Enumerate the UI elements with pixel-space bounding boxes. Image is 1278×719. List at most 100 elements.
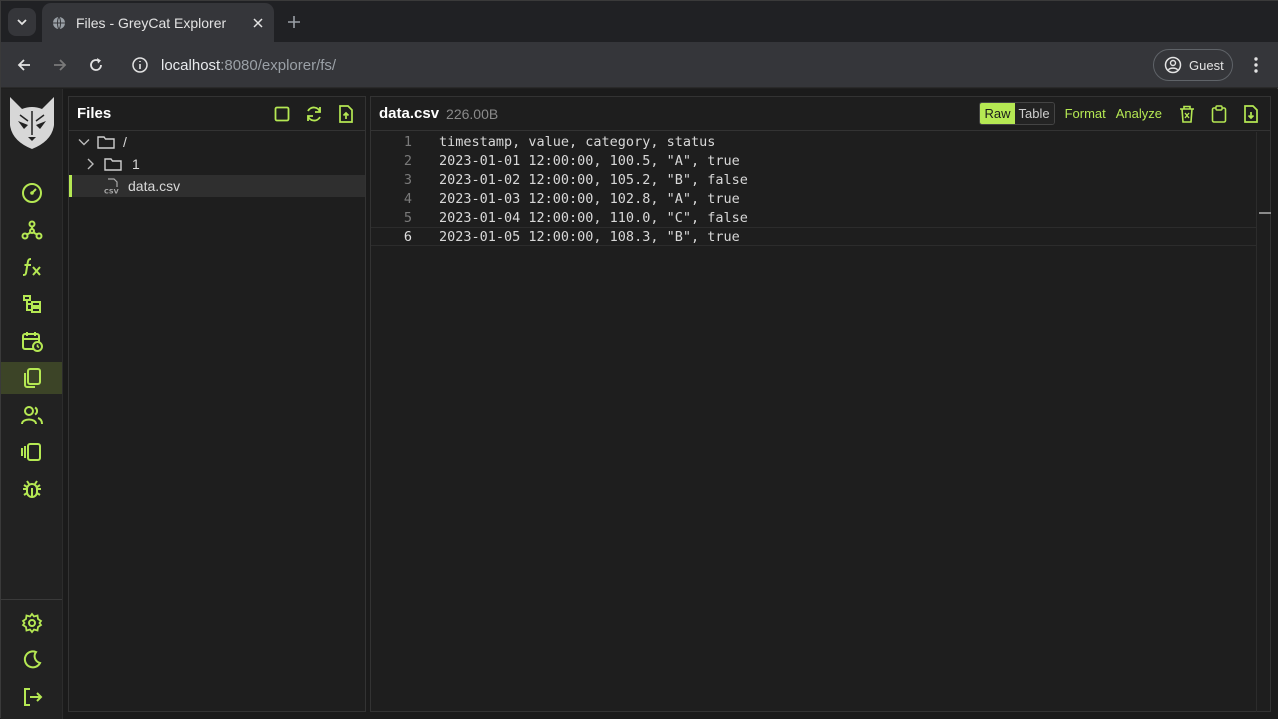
rail-graph[interactable] bbox=[1, 214, 62, 246]
trash-icon bbox=[1180, 105, 1194, 123]
chevron-right-icon bbox=[87, 158, 94, 170]
file-size: 226.00B bbox=[446, 105, 499, 122]
refresh-files-button[interactable] bbox=[303, 103, 325, 125]
tree-row-root[interactable]: / bbox=[69, 131, 365, 153]
browser-toolbar: localhost:8080/explorer/fs/ Guest bbox=[1, 42, 1278, 88]
rail-dashboard[interactable] bbox=[1, 177, 62, 209]
square-icon bbox=[274, 106, 290, 121]
tree-row-file[interactable]: CSV data.csv bbox=[69, 175, 365, 197]
raw-mode-button[interactable]: Raw bbox=[980, 103, 1015, 124]
address-bar[interactable]: localhost:8080/explorer/fs/ bbox=[121, 47, 1141, 83]
back-button[interactable] bbox=[12, 53, 36, 77]
rail-separator bbox=[1, 599, 62, 600]
line-number: 6 bbox=[403, 228, 412, 245]
profile-label: Guest bbox=[1189, 57, 1224, 73]
forward-button[interactable] bbox=[48, 53, 72, 77]
graph-icon bbox=[21, 220, 42, 240]
line-number: 4 bbox=[403, 190, 412, 207]
plus-icon bbox=[288, 16, 300, 28]
rail-theme-toggle[interactable] bbox=[1, 644, 62, 676]
rail-files[interactable] bbox=[1, 362, 62, 394]
tree-row-folder[interactable]: 1 bbox=[69, 153, 365, 175]
greycat-app: Files / 1 CSV data.csv data.csv 226.00B … bbox=[1, 89, 1278, 719]
file-download-icon bbox=[1244, 104, 1258, 123]
close-tab-button[interactable] bbox=[248, 13, 268, 33]
browser-tab[interactable]: Files - GreyCat Explorer bbox=[42, 3, 274, 42]
files-icon bbox=[23, 368, 41, 388]
greycat-logo bbox=[10, 97, 54, 149]
editor-scrollbar[interactable] bbox=[1256, 132, 1271, 712]
file-name: data.csv bbox=[379, 105, 440, 122]
line-number: 5 bbox=[403, 209, 412, 226]
rail-debug[interactable] bbox=[1, 473, 62, 505]
tree-item-label: data.csv bbox=[128, 178, 181, 194]
upload-file-button[interactable] bbox=[335, 103, 357, 125]
arrow-right-icon bbox=[54, 59, 67, 71]
table-mode-button[interactable]: Table bbox=[1014, 103, 1054, 124]
file-viewer-header: data.csv 226.00B Raw Table Format Analyz… bbox=[371, 97, 1270, 131]
tab-search-button[interactable] bbox=[8, 8, 36, 36]
close-icon bbox=[253, 17, 263, 28]
csv-file-icon: CSV bbox=[104, 178, 119, 195]
scrollbar-cursor-marker bbox=[1259, 212, 1271, 214]
reload-icon bbox=[90, 58, 102, 71]
dashboard-icon bbox=[21, 183, 42, 203]
code-line: 1 timestamp, value, category, status bbox=[371, 132, 1257, 151]
rail-functions[interactable] bbox=[1, 251, 62, 283]
files-panel-title: Files bbox=[77, 105, 112, 122]
browser-menu-button[interactable] bbox=[1245, 53, 1267, 77]
arrow-left-icon bbox=[17, 59, 30, 71]
chevron-down-icon bbox=[78, 139, 90, 146]
line-text: 2023-01-01 12:00:00, 100.5, "A", true bbox=[439, 152, 740, 169]
rail-scheduler[interactable] bbox=[1, 325, 62, 357]
refresh-icon bbox=[307, 106, 321, 121]
panels-icon bbox=[20, 443, 41, 461]
moon-icon bbox=[23, 650, 41, 669]
line-text: 2023-01-02 12:00:00, 105.2, "B", false bbox=[439, 171, 748, 188]
tree-icon bbox=[22, 295, 41, 313]
view-mode-toggle: Raw Table bbox=[979, 102, 1055, 125]
analyze-button[interactable]: Analyze bbox=[1116, 106, 1162, 121]
download-button[interactable] bbox=[1240, 103, 1262, 125]
line-number: 2 bbox=[403, 152, 412, 169]
rail-logout[interactable] bbox=[1, 681, 62, 713]
delete-file-button[interactable] bbox=[1176, 103, 1198, 125]
tree-item-label: / bbox=[123, 134, 127, 150]
files-panel-header: Files bbox=[69, 97, 365, 131]
files-panel: Files / 1 CSV data.csv bbox=[68, 96, 366, 712]
kebab-menu-icon bbox=[1254, 57, 1258, 73]
folder-icon bbox=[104, 158, 122, 171]
function-icon bbox=[22, 258, 41, 276]
settings-icon bbox=[21, 612, 42, 634]
url-path: :8080/explorer/fs/ bbox=[220, 56, 337, 74]
rail-tree[interactable] bbox=[1, 288, 62, 320]
file-upload-icon bbox=[339, 104, 353, 123]
code-editor[interactable]: 1 timestamp, value, category, status 2 2… bbox=[371, 132, 1257, 246]
rail-users[interactable] bbox=[1, 399, 62, 431]
tree-item-label: 1 bbox=[132, 156, 140, 172]
rail-settings[interactable] bbox=[1, 607, 62, 639]
tab-title: Files - GreyCat Explorer bbox=[76, 14, 227, 31]
tab-strip: Files - GreyCat Explorer bbox=[1, 1, 1278, 42]
format-button[interactable]: Format bbox=[1065, 106, 1106, 121]
folder-icon bbox=[97, 136, 115, 149]
users-icon bbox=[20, 406, 43, 425]
code-line: 2 2023-01-01 12:00:00, 100.5, "A", true bbox=[371, 151, 1257, 170]
bug-icon bbox=[22, 480, 41, 498]
line-text: 2023-01-05 12:00:00, 108.3, "B", true bbox=[439, 228, 740, 245]
code-line: 3 2023-01-02 12:00:00, 105.2, "B", false bbox=[371, 170, 1257, 189]
new-tab-button[interactable] bbox=[283, 11, 305, 33]
rail-panels[interactable] bbox=[1, 436, 62, 468]
calendar-icon bbox=[21, 332, 43, 352]
reload-button[interactable] bbox=[84, 53, 108, 77]
clipboard-icon bbox=[1211, 104, 1227, 123]
logout-icon bbox=[23, 688, 42, 706]
new-folder-button[interactable] bbox=[271, 103, 293, 125]
svg-text:CSV: CSV bbox=[104, 188, 119, 195]
globe-icon bbox=[53, 16, 65, 29]
code-line: 5 2023-01-04 12:00:00, 110.0, "C", false bbox=[371, 208, 1257, 227]
line-number: 3 bbox=[403, 171, 412, 188]
line-text: 2023-01-04 12:00:00, 110.0, "C", false bbox=[439, 209, 748, 226]
profile-button[interactable]: Guest bbox=[1153, 49, 1233, 81]
copy-button[interactable] bbox=[1208, 103, 1230, 125]
